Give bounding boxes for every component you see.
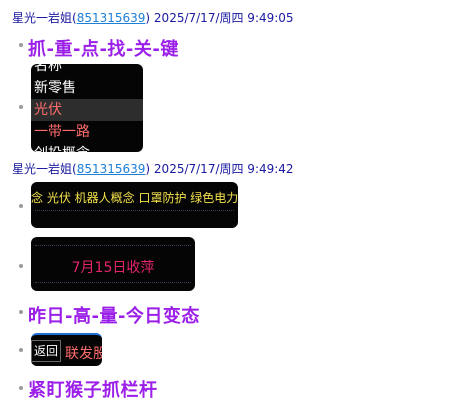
- stock-name: 联发股: [65, 346, 102, 362]
- divider: [35, 245, 191, 246]
- heading-monkey: 紧盯猴子抓栏杆: [28, 380, 158, 401]
- bullet-icon: [19, 43, 23, 47]
- list-item-selected[interactable]: 光伏: [31, 99, 143, 121]
- qq-number-link[interactable]: 851315639: [77, 11, 146, 25]
- bullet-icon: [19, 105, 23, 109]
- message-timestamp: 2025/7/17/周四 9:49:05: [153, 11, 294, 25]
- message-header: 星光一岩姐(851315639) 2025/7/17/周四 9:49:05: [12, 9, 294, 26]
- bullet-icon: [19, 264, 23, 268]
- back-button[interactable]: 返回: [31, 340, 62, 362]
- sender-name: 星光一岩姐(: [12, 162, 77, 176]
- bullet-icon: [19, 386, 23, 390]
- divider: [35, 210, 234, 211]
- ticker-text: 念 光伏 机器人概念 口罩防护 绿色电力: [31, 191, 238, 205]
- qq-number-link[interactable]: 851315639: [77, 162, 146, 176]
- list-item[interactable]: 一带一路: [31, 121, 143, 143]
- heading-key-points: 抓-重-点-找-关-键: [28, 39, 179, 60]
- date-text: 7月15日收萍: [71, 260, 155, 276]
- heading-volume: 昨日-高-量-今日变态: [28, 306, 200, 327]
- list-item[interactable]: 新零售: [31, 77, 143, 99]
- bullet-icon: [19, 310, 23, 314]
- divider: [35, 282, 191, 283]
- message-timestamp: 2025/7/17/周四 9:49:42: [153, 162, 294, 176]
- stock-preview-card: 返回 联发股: [31, 333, 102, 366]
- bullet-icon: [19, 204, 23, 208]
- date-card: 7月15日收萍: [31, 237, 195, 291]
- sender-close-paren: ): [145, 162, 151, 176]
- concept-list-card[interactable]: 名称 新零售 光伏 一带一路 创投概念: [31, 64, 143, 152]
- bullet-icon: [19, 348, 23, 352]
- list-item[interactable]: 创投概念: [31, 143, 143, 152]
- message-header: 星光一岩姐(851315639) 2025/7/17/周四 9:49:42: [12, 160, 294, 177]
- concept-ticker-card: 念 光伏 机器人概念 口罩防护 绿色电力: [31, 182, 238, 228]
- sender-name: 星光一岩姐(: [12, 11, 77, 25]
- sender-close-paren: ): [145, 11, 151, 25]
- list-item-header: 名称: [34, 64, 62, 74]
